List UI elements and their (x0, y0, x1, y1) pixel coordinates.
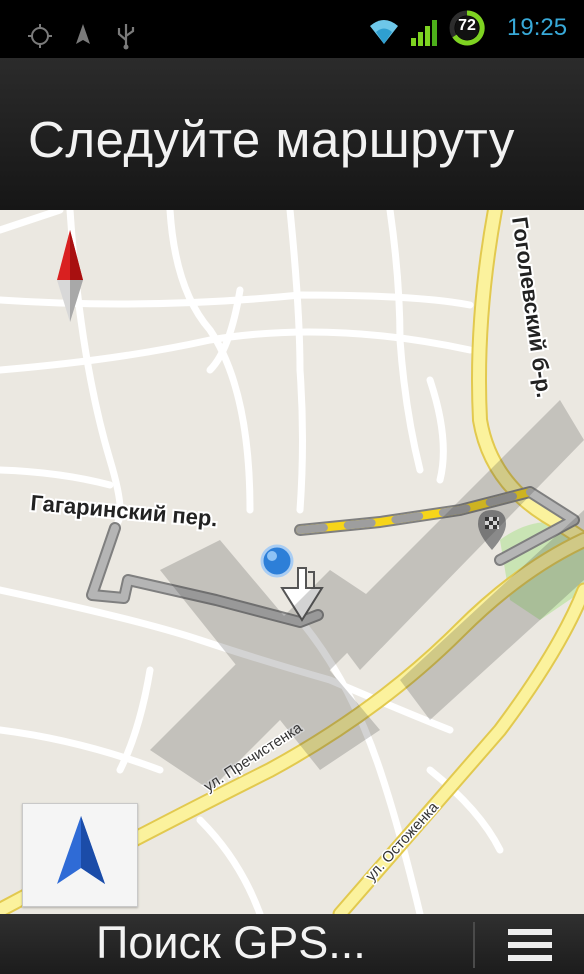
menu-button[interactable] (476, 914, 584, 974)
battery-icon: 72 (449, 10, 485, 46)
battery-level: 72 (458, 17, 476, 34)
wifi-icon (370, 20, 398, 44)
usb-icon (117, 24, 135, 50)
gps-search-status: Поиск GPS... (96, 917, 366, 968)
bottom-bar: Поиск GPS... (0, 914, 584, 974)
map-view[interactable]: Гагаринский пер. Гоголевский б-р. ул. Пр… (0, 210, 584, 914)
signal-icon (411, 20, 437, 46)
menu-icon (508, 942, 552, 948)
street-label-gogolevsky: Гоголевский б-р. (507, 215, 557, 399)
current-location-icon (260, 544, 294, 578)
phone-screen: 72 19:25 Следуйте маршруту Гагаринский п… (0, 0, 584, 974)
menu-icon (508, 929, 552, 935)
street-label-ostozhenka: ул. Остоженка (362, 798, 442, 884)
status-left-icons (28, 24, 90, 48)
menu-icon (508, 955, 552, 961)
navigation-arrow-icon (76, 24, 90, 44)
gps-icon (28, 24, 52, 48)
divider (473, 922, 475, 968)
page-title: Следуйте маршруту (28, 111, 515, 168)
navigation-mode-button[interactable] (22, 803, 138, 907)
title-bar: Следуйте маршруту (0, 58, 584, 210)
clock: 19:25 (507, 14, 568, 41)
street-label-gagarinsky: Гагаринский пер. (30, 490, 219, 531)
navigation-arrow-icon (57, 816, 105, 884)
watermark (150, 400, 584, 790)
status-bar: 72 19:25 (0, 0, 584, 58)
